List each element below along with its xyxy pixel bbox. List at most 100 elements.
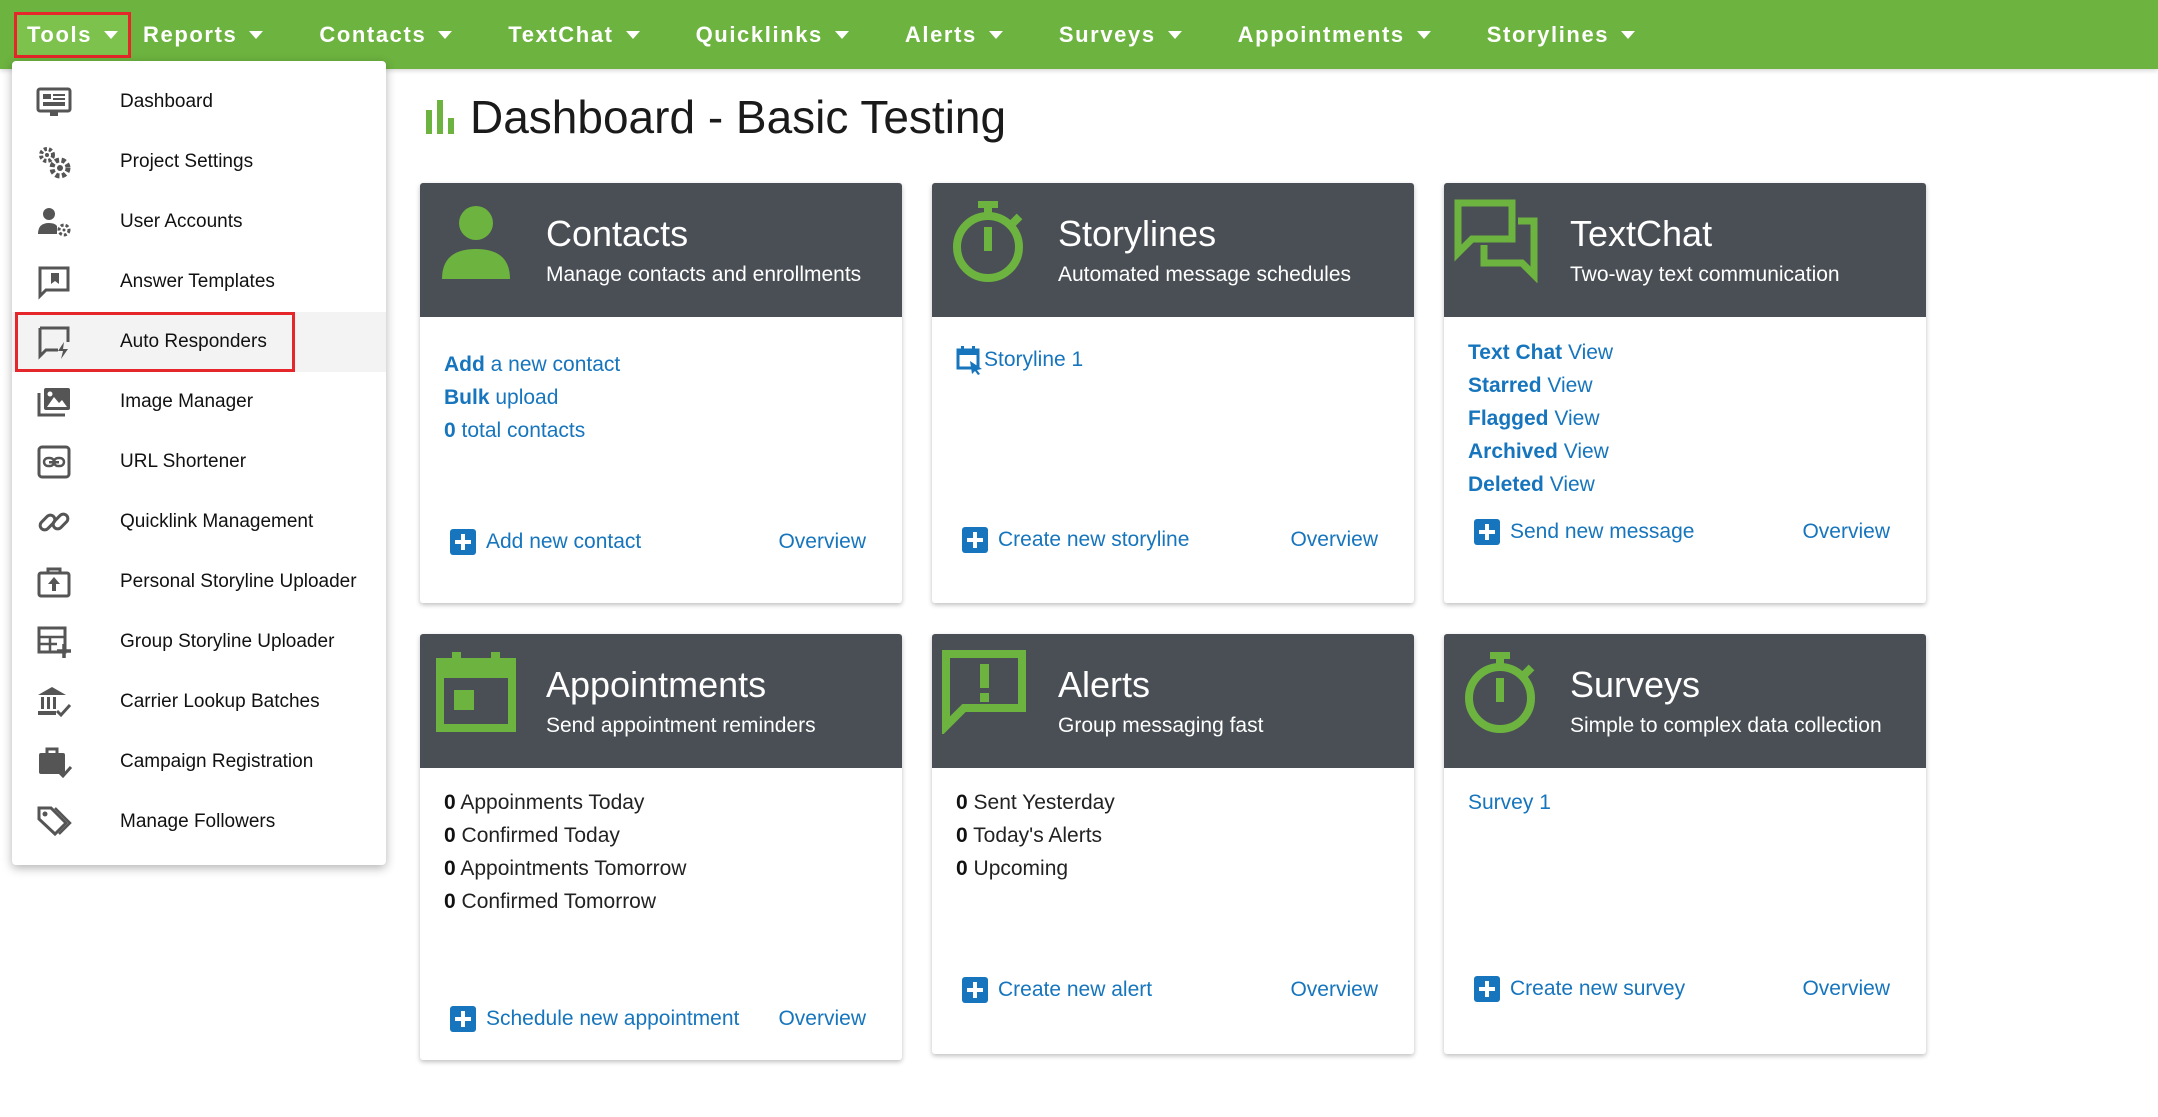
caret-down-icon [1621, 30, 1636, 39]
nav-reports[interactable]: Reports [133, 12, 273, 58]
menu-item-label: Image Manager [120, 391, 254, 412]
nav-storylines[interactable]: Storylines [1477, 12, 1645, 58]
add-contact-link[interactable]: Add a new contact [444, 353, 620, 377]
card-header: TextChat Two-way text communication [1444, 183, 1926, 317]
card-subtitle: Simple to complex data collection [1570, 714, 1882, 737]
card-title: Surveys [1570, 664, 1701, 705]
top-navigation: Tools Reports Contacts TextChat Quicklin… [0, 0, 2158, 69]
total-contacts-link[interactable]: 0 total contacts [444, 419, 585, 443]
menu-item-url-shortener[interactable]: URL Shortener [12, 432, 386, 492]
stat-label: Confirmed Tomorrow [455, 890, 657, 913]
storyline-item[interactable]: Storyline 1 [956, 345, 1083, 375]
nav-appointments-label: Appointments [1237, 21, 1405, 47]
stat-value: 0 [956, 857, 968, 880]
tags-icon [37, 806, 72, 837]
overview-link[interactable]: Overview [1290, 528, 1378, 552]
stat-value: 0 [956, 824, 968, 847]
nav-contacts[interactable]: Contacts [309, 12, 462, 58]
link-text: View [1543, 473, 1595, 496]
link-text: View [1541, 374, 1593, 397]
page-title: Dashboard - Basic Testing [424, 90, 1006, 144]
add-new-contact-button[interactable]: Add new contact [450, 529, 641, 555]
card-header: Alerts Group messaging fast [932, 634, 1414, 768]
link-bold: Bulk [444, 386, 490, 409]
textchat-card: TextChat Two-way text communication Text… [1444, 183, 1926, 603]
stat-row: 0 Confirmed Today [444, 824, 620, 848]
appointments-card: Appointments Send appointment reminders … [420, 634, 902, 1060]
card-title: Alerts [1058, 664, 1151, 705]
menu-item-quicklink-management[interactable]: Quicklink Management [12, 492, 386, 552]
archived-view-link[interactable]: Archived View [1468, 440, 1609, 464]
plus-icon [1474, 976, 1500, 1002]
nav-alerts[interactable]: Alerts [895, 12, 1013, 58]
menu-item-dashboard[interactable]: Dashboard [12, 72, 386, 132]
table-plus-icon [37, 626, 71, 658]
stat-label: Appoinments Today [455, 791, 645, 814]
menu-item-personal-storyline-uploader[interactable]: Personal Storyline Uploader [12, 552, 386, 612]
action-label: Add new contact [486, 530, 642, 553]
menu-item-answer-templates[interactable]: Answer Templates [12, 252, 386, 312]
nav-quicklinks-label: Quicklinks [695, 21, 823, 47]
create-new-alert-button[interactable]: Create new alert [962, 977, 1152, 1003]
menu-item-label: Campaign Registration [120, 751, 314, 772]
tools-dropdown-menu: Dashboard Project Settings User Accounts… [12, 61, 386, 865]
nav-storylines-label: Storylines [1486, 21, 1610, 47]
overview-link[interactable]: Overview [1802, 520, 1890, 544]
starred-view-link[interactable]: Starred View [1468, 374, 1593, 398]
menu-item-label: Personal Storyline Uploader [120, 571, 357, 592]
dashboard-icon [36, 87, 72, 116]
card-header: Storylines Automated message schedules [932, 183, 1414, 317]
nav-textchat[interactable]: TextChat [498, 12, 649, 58]
nav-textchat-label: TextChat [508, 21, 614, 47]
chat-bookmark-icon [38, 266, 70, 300]
menu-item-user-accounts[interactable]: User Accounts [12, 192, 386, 252]
caret-down-icon [1416, 30, 1431, 39]
menu-item-carrier-lookup-batches[interactable]: Carrier Lookup Batches [12, 672, 386, 732]
menu-item-label: Manage Followers [120, 811, 276, 832]
link-text: View [1548, 407, 1600, 430]
bulk-upload-link[interactable]: Bulk upload [444, 386, 558, 410]
menu-item-auto-responders[interactable]: Auto Responders [12, 312, 386, 372]
stat-value: 0 [444, 791, 456, 814]
menu-item-manage-followers[interactable]: Manage Followers [12, 792, 386, 852]
nav-quicklinks[interactable]: Quicklinks [686, 12, 859, 58]
alerts-card: Alerts Group messaging fast 0 Sent Yeste… [932, 634, 1414, 1054]
create-new-survey-button[interactable]: Create new survey [1474, 976, 1685, 1002]
page-title-text: Dashboard - Basic Testing [470, 91, 1007, 143]
caret-down-icon [625, 30, 640, 39]
menu-item-project-settings[interactable]: Project Settings [12, 132, 386, 192]
gears-icon [39, 147, 71, 179]
chat-bubbles-icon [1454, 199, 1538, 283]
link-bold: Deleted [1468, 473, 1544, 496]
menu-item-campaign-registration[interactable]: Campaign Registration [12, 732, 386, 792]
overview-link[interactable]: Overview [778, 1007, 866, 1031]
menu-item-label: Dashboard [120, 91, 213, 112]
overview-link[interactable]: Overview [1802, 977, 1890, 1001]
menu-item-label: URL Shortener [120, 451, 247, 472]
stopwatch-icon [1465, 652, 1535, 733]
flagged-view-link[interactable]: Flagged View [1468, 407, 1600, 431]
create-new-storyline-button[interactable]: Create new storyline [962, 527, 1189, 553]
link-bold: Text Chat [1468, 341, 1563, 364]
send-new-message-button[interactable]: Send new message [1474, 519, 1694, 545]
link-text: upload [489, 386, 559, 409]
text-chat-view-link[interactable]: Text Chat View [1468, 341, 1613, 365]
schedule-new-appointment-button[interactable]: Schedule new appointment [450, 1006, 739, 1032]
survey-item[interactable]: Survey 1 [1468, 791, 1551, 815]
caret-down-icon [1167, 30, 1182, 39]
card-subtitle: Group messaging fast [1058, 714, 1264, 737]
stat-row: 0 Appointments Tomorrow [444, 857, 686, 881]
overview-link[interactable]: Overview [1290, 978, 1378, 1002]
caret-down-icon [988, 30, 1003, 39]
overview-link[interactable]: Overview [778, 530, 866, 554]
nav-surveys[interactable]: Surveys [1049, 12, 1192, 58]
stat-row: 0 Appoinments Today [444, 791, 644, 815]
deleted-view-link[interactable]: Deleted View [1468, 473, 1595, 497]
menu-item-label: User Accounts [120, 211, 243, 232]
nav-appointments[interactable]: Appointments [1228, 12, 1441, 58]
stat-value: 0 [956, 791, 968, 814]
menu-item-image-manager[interactable]: Image Manager [12, 372, 386, 432]
menu-item-group-storyline-uploader[interactable]: Group Storyline Uploader [12, 612, 386, 672]
nav-tools[interactable]: Tools [14, 11, 132, 58]
user-gear-icon [38, 208, 71, 237]
